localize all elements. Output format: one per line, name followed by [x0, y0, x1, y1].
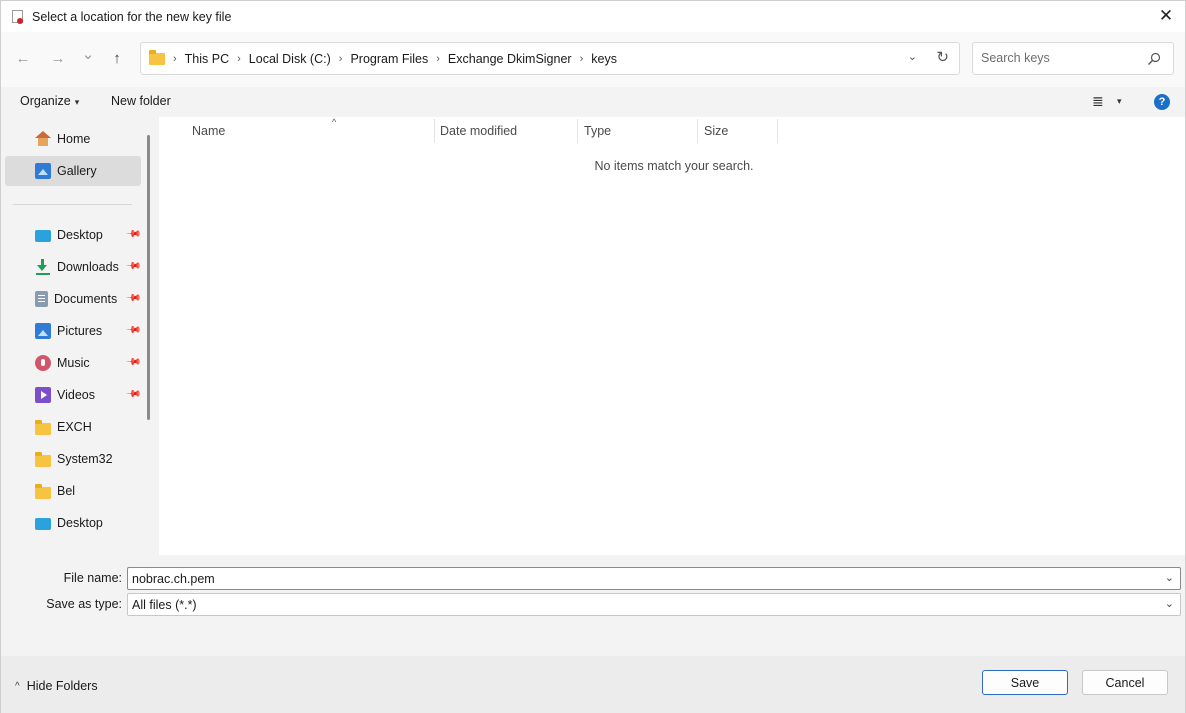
new-folder-button[interactable]: New folder — [111, 94, 171, 108]
documents-icon — [35, 291, 48, 307]
navigation-bar: ← → ⌄ ↑ › This PC › Local Disk (C:) › Pr… — [1, 32, 1185, 87]
search-box[interactable] — [972, 42, 1174, 75]
column-type-label: Type — [584, 124, 612, 138]
search-input[interactable] — [981, 51, 1141, 65]
save-button[interactable]: Save — [982, 670, 1068, 695]
home-icon — [35, 131, 51, 147]
folder-icon — [35, 483, 51, 499]
chevron-up-icon: ^ — [15, 680, 20, 692]
app-icon — [11, 9, 25, 25]
back-arrow-icon[interactable]: ← — [11, 46, 35, 70]
organize-button[interactable]: Organize ▾ — [20, 94, 79, 108]
folder-icon — [35, 451, 51, 467]
sidebar-item-desktop[interactable]: Desktop 📌 — [5, 220, 141, 250]
filename-value[interactable]: nobrac.ch.pem — [132, 572, 215, 586]
sidebar-item-downloads[interactable]: Downloads 📌 — [5, 252, 141, 282]
up-arrow-icon[interactable]: ↑ — [105, 46, 129, 70]
command-toolbar: Organize ▾ New folder ≣ ▾ ? — [1, 87, 1185, 117]
savetype-select[interactable]: All files (*.*) ⌄ — [127, 593, 1181, 616]
window-title: Select a location for the new key file — [32, 9, 232, 24]
hide-folders-label: Hide Folders — [26, 679, 98, 693]
view-options-icon[interactable]: ≣ — [1092, 93, 1104, 110]
chevron-down-icon[interactable]: ⌄ — [1165, 571, 1174, 584]
sidebar-item-bel[interactable]: Bel — [5, 476, 141, 506]
filename-field[interactable]: nobrac.ch.pem ⌄ — [127, 567, 1181, 590]
title-bar: Select a location for the new key file ✕ — [1, 1, 1185, 32]
folder-icon — [35, 419, 51, 435]
sidebar-item-music[interactable]: Music 📌 — [5, 348, 141, 378]
column-header-name[interactable]: Name ^ — [186, 117, 435, 143]
gallery-icon — [35, 163, 51, 179]
sidebar-item-exch[interactable]: EXCH — [5, 412, 141, 442]
savetype-value: All files (*.*) — [132, 597, 197, 612]
address-bar[interactable]: › This PC › Local Disk (C:) › Program Fi… — [140, 42, 960, 75]
file-list-pane[interactable]: Name ^ Date modified Type Size No items … — [159, 117, 1185, 555]
videos-icon — [35, 387, 51, 403]
organize-label: Organize — [20, 94, 71, 108]
savetype-label: Save as type: — [46, 597, 122, 611]
chevron-right-icon[interactable]: › — [237, 53, 241, 65]
breadcrumb-local-disk[interactable]: Local Disk (C:) — [249, 52, 331, 66]
chevron-right-icon: › — [173, 52, 177, 65]
navigation-pane: Home Gallery Desktop 📌 Downloads 📌 Docum… — [1, 117, 159, 555]
breadcrumb-program-files[interactable]: Program Files — [350, 52, 428, 66]
save-dialog-window: Select a location for the new key file ✕… — [0, 0, 1186, 713]
cancel-button[interactable]: Cancel — [1082, 670, 1168, 695]
downloads-icon — [35, 259, 51, 275]
column-size-label: Size — [704, 124, 729, 138]
empty-message: No items match your search. — [594, 159, 754, 173]
sidebar-item-videos[interactable]: Videos 📌 — [5, 380, 141, 410]
sidebar-item-documents[interactable]: Documents 📌 — [5, 284, 141, 314]
address-dropdown-icon[interactable]: ⌄ — [908, 50, 917, 63]
desktop-icon — [35, 518, 51, 530]
help-icon[interactable]: ? — [1154, 94, 1170, 110]
chevron-right-icon[interactable]: › — [339, 53, 343, 65]
breadcrumb-exchange-dkimsigner[interactable]: Exchange DkimSigner — [448, 52, 572, 66]
chevron-right-icon[interactable]: › — [580, 53, 584, 65]
column-header-size[interactable]: Size — [698, 119, 778, 143]
sidebar-item-label: Desktop — [57, 516, 103, 530]
breadcrumb-this-pc[interactable]: This PC — [185, 52, 229, 66]
sidebar-item-label: Bel — [57, 484, 76, 498]
sidebar-item-system32[interactable]: System32 — [5, 444, 141, 474]
sidebar-divider — [13, 204, 132, 205]
file-fields-area: File name: nobrac.ch.pem ⌄ Save as type:… — [1, 555, 1185, 655]
caret-down-icon: ▾ — [74, 97, 80, 107]
sidebar-item-gallery[interactable]: Gallery — [5, 156, 141, 186]
view-caret-icon[interactable]: ▾ — [1117, 96, 1122, 107]
sidebar-item-pictures[interactable]: Pictures 📌 — [5, 316, 141, 346]
pictures-icon — [35, 323, 51, 339]
sidebar-item-home[interactable]: Home — [5, 124, 141, 154]
refresh-icon[interactable]: ↻ — [936, 48, 949, 66]
recent-locations-chevron-icon[interactable]: ⌄ — [76, 42, 100, 66]
close-icon[interactable]: ✕ — [1153, 3, 1179, 29]
breadcrumb-keys[interactable]: keys — [591, 52, 617, 66]
search-icon[interactable] — [1147, 52, 1161, 66]
sidebar-item-label: System32 — [57, 452, 113, 466]
sidebar-scrollbar[interactable] — [147, 135, 150, 420]
desktop-icon — [35, 230, 51, 242]
chevron-right-icon[interactable]: › — [436, 53, 440, 65]
music-icon — [35, 355, 51, 371]
column-name-label: Name — [192, 124, 226, 138]
column-date-label: Date modified — [440, 124, 518, 138]
column-header-date-modified[interactable]: Date modified — [434, 119, 578, 143]
hide-folders-button[interactable]: ^ Hide Folders — [15, 679, 98, 693]
forward-arrow-icon[interactable]: → — [46, 46, 70, 70]
filename-label: File name: — [63, 571, 122, 585]
chevron-down-icon[interactable]: ⌄ — [1165, 597, 1174, 610]
sort-ascending-icon: ^ — [332, 117, 337, 127]
sidebar-item-label: Gallery — [57, 164, 97, 178]
folder-icon — [149, 49, 165, 65]
sidebar-item-label: Home — [57, 132, 91, 146]
sidebar-item-desktop-2[interactable]: Desktop — [5, 508, 141, 538]
dialog-footer: ^ Hide Folders Save Cancel — [1, 656, 1185, 713]
sidebar-item-label: EXCH — [57, 420, 92, 434]
column-header-type[interactable]: Type — [578, 119, 698, 143]
